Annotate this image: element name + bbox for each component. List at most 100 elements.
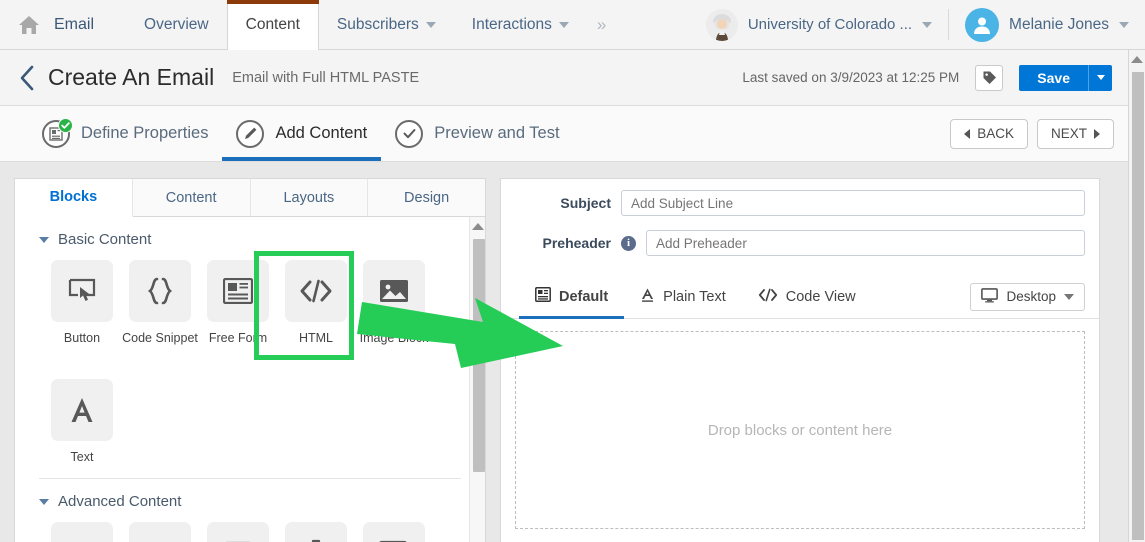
- block-button[interactable]: Button: [51, 260, 113, 345]
- tag-button[interactable]: [975, 64, 1004, 91]
- tab-design[interactable]: Design: [368, 179, 485, 216]
- step-complete-badge: [58, 117, 73, 133]
- nav-item-interactions[interactable]: Interactions: [454, 0, 587, 49]
- annotation-highlight-box: [254, 251, 354, 360]
- step-add-content[interactable]: Add Content: [222, 106, 381, 161]
- tab-layouts[interactable]: Layouts: [251, 179, 369, 216]
- org-selector[interactable]: University of Colorado ...: [700, 0, 948, 49]
- panel-gutter: [486, 178, 500, 542]
- step-preview-and-test[interactable]: Preview and Test: [381, 106, 573, 161]
- basic-content-block-grid: Button Code Snippet Free Form HTML Image…: [15, 258, 485, 464]
- block-image[interactable]: Image Block: [360, 260, 428, 345]
- chevron-down-icon: [1096, 75, 1105, 80]
- preheader-label: Preheader: [542, 235, 611, 251]
- triangle-up-icon: [471, 222, 484, 230]
- back-step-label: BACK: [977, 126, 1014, 141]
- block-text[interactable]: Text: [51, 379, 113, 464]
- button-icon: [51, 260, 113, 322]
- section-advanced-content[interactable]: Advanced Content: [15, 479, 485, 520]
- more-nav-icon[interactable]: »: [587, 0, 616, 49]
- nav-item-subscribers[interactable]: Subscribers: [319, 0, 454, 49]
- preheader-field-row: Preheader i: [501, 227, 1099, 259]
- page-title-bar: Create An Email Email with Full HTML PAS…: [0, 50, 1128, 106]
- dynamic-content-icon: [129, 522, 191, 542]
- top-navigation-bar: Email Overview Content Subscribers Inter…: [0, 0, 1145, 50]
- tab-label: Content: [165, 189, 217, 206]
- block-code-snippet[interactable]: Code Snippet: [122, 260, 198, 345]
- back-step-button[interactable]: BACK: [950, 118, 1028, 149]
- tab-label: Layouts: [283, 189, 335, 206]
- triangle-up-icon: [1131, 55, 1143, 63]
- section-title: Advanced Content: [58, 493, 182, 510]
- block-layout[interactable]: [363, 522, 425, 542]
- page-subtitle: Email with Full HTML PASTE: [232, 69, 420, 86]
- tab-plain-text-view[interactable]: Plain Text: [624, 275, 742, 318]
- scrollbar-thumb[interactable]: [1132, 72, 1144, 540]
- save-button-group: Save: [1019, 64, 1112, 91]
- blocks-panel-body: Basic Content Button Code Snippet Free F…: [15, 217, 485, 542]
- enhanced-image-icon: [207, 522, 269, 542]
- chevron-down-icon: [39, 236, 49, 243]
- ab-test-flask-icon: [285, 522, 347, 542]
- tab-default-view[interactable]: Default: [519, 275, 625, 319]
- nav-item-overview[interactable]: Overview: [126, 0, 227, 49]
- chevron-down-icon: [39, 498, 49, 505]
- code-tags-icon: [758, 288, 778, 306]
- last-saved-status: Last saved on 3/9/2023 at 12:25 PM: [742, 70, 960, 85]
- dropzone-label: Drop blocks or content here: [707, 421, 893, 439]
- section-basic-content[interactable]: Basic Content: [15, 217, 485, 258]
- user-menu[interactable]: Melanie Jones: [949, 0, 1145, 49]
- tab-content[interactable]: Content: [133, 179, 251, 216]
- preheader-input[interactable]: [646, 230, 1085, 256]
- block-ab-test[interactable]: [285, 522, 347, 542]
- block-label: Image Block: [359, 331, 429, 345]
- nav-item-content[interactable]: Content: [226, 0, 320, 50]
- next-step-button[interactable]: NEXT: [1036, 118, 1114, 149]
- info-icon[interactable]: i: [621, 235, 636, 251]
- tab-label: Plain Text: [663, 288, 726, 305]
- block-enhanced-image[interactable]: [207, 522, 269, 542]
- editor-view-tabs: Default Plain Text Code View Desktop: [501, 275, 1099, 319]
- blocks-panel-scrollbar[interactable]: [469, 217, 485, 542]
- avatar: [965, 7, 1000, 42]
- tab-label: Code View: [785, 288, 856, 305]
- home-nav-group[interactable]: Email: [0, 0, 126, 49]
- step-define-properties[interactable]: Define Properties: [28, 106, 222, 161]
- chevron-down-icon: [425, 21, 436, 28]
- block-label: Text: [70, 450, 94, 464]
- subject-input[interactable]: [621, 190, 1085, 216]
- next-step-label: NEXT: [1050, 126, 1087, 141]
- home-icon[interactable]: [18, 15, 40, 35]
- app-scrollbar[interactable]: [1128, 50, 1145, 542]
- tab-label: Design: [404, 189, 450, 206]
- triangle-left-icon: [964, 128, 971, 139]
- org-avatar: [705, 8, 738, 41]
- nav-item-label: Interactions: [471, 15, 552, 33]
- layout-default-icon: [535, 287, 551, 306]
- save-dropdown-button[interactable]: [1088, 64, 1112, 91]
- subject-field-row: Subject: [501, 187, 1099, 219]
- content-dropzone[interactable]: Drop blocks or content here: [515, 331, 1085, 529]
- device-preview-dropdown[interactable]: Desktop: [970, 282, 1085, 311]
- nav-email-label[interactable]: Email: [54, 0, 112, 49]
- block-dynamic-content[interactable]: [129, 522, 191, 542]
- step-label: Define Properties: [81, 124, 209, 142]
- back-button[interactable]: [10, 61, 44, 95]
- chevron-down-icon: [1064, 293, 1074, 300]
- block-ab-path[interactable]: [51, 522, 113, 542]
- tab-code-view[interactable]: Code View: [742, 275, 872, 318]
- scrollbar-thumb[interactable]: [473, 239, 485, 472]
- save-button[interactable]: Save: [1019, 64, 1088, 91]
- wizard-steps-bar: Define Properties Add Content Preview an…: [0, 106, 1128, 162]
- scroll-up-arrow-icon[interactable]: [1129, 50, 1145, 68]
- tab-blocks[interactable]: Blocks: [15, 179, 133, 217]
- properties-icon: [42, 117, 73, 148]
- tab-label: Blocks: [49, 189, 98, 205]
- section-title: Basic Content: [58, 231, 152, 248]
- blocks-panel-tabs: Blocks Content Layouts Design: [15, 179, 485, 217]
- page-title: Create An Email: [48, 64, 215, 90]
- check-icon: [395, 119, 424, 148]
- nav-item-label: Subscribers: [336, 15, 419, 33]
- scroll-up-arrow-icon[interactable]: [470, 217, 485, 235]
